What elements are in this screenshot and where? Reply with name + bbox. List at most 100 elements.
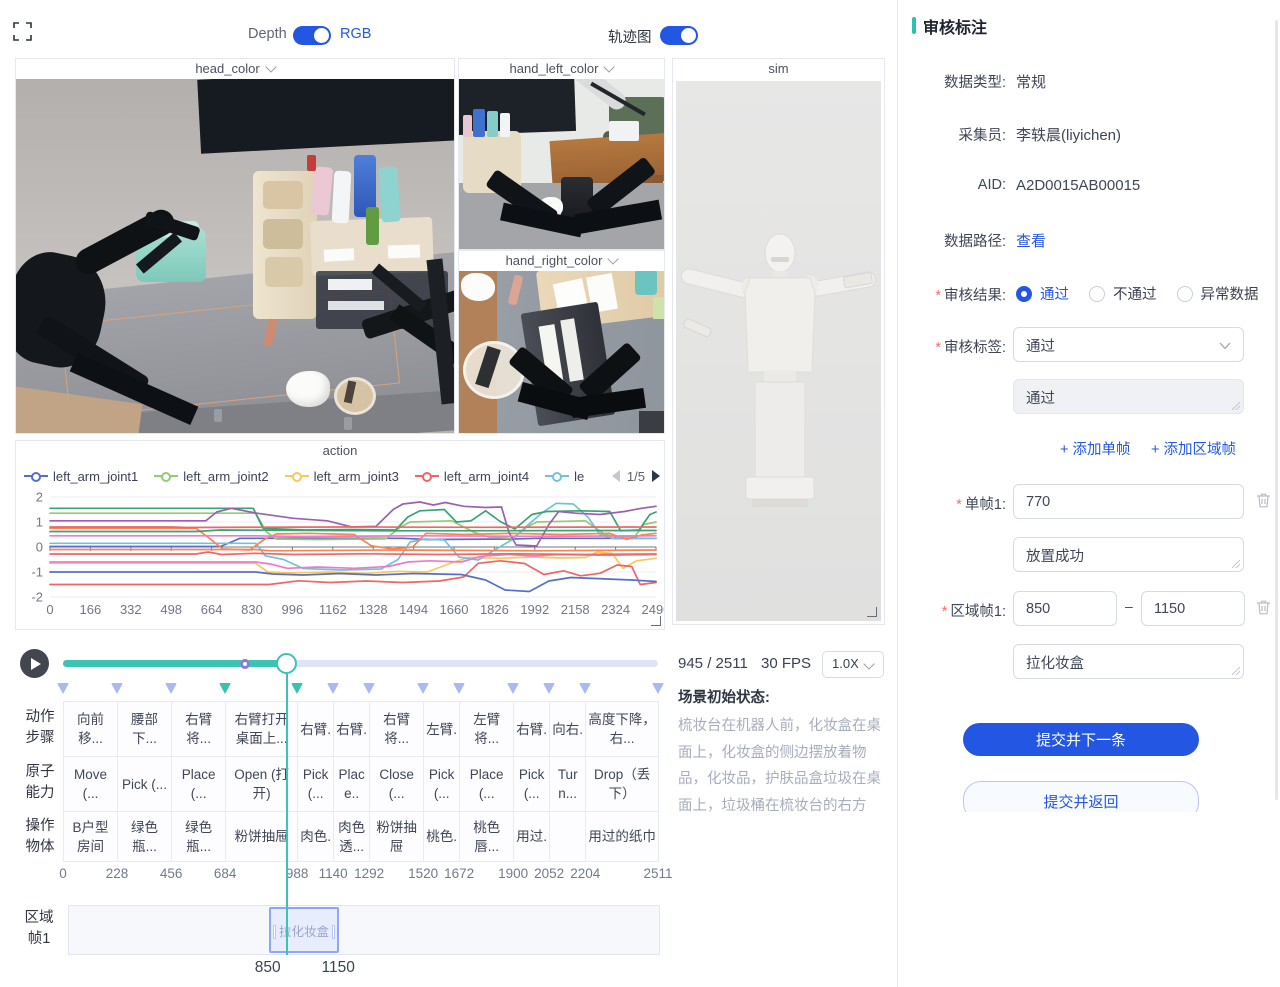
play-button[interactable]: [20, 649, 49, 678]
depth-rgb-toggle[interactable]: [293, 26, 331, 45]
head-camera-title[interactable]: head_color: [16, 59, 454, 79]
timeline-marker[interactable]: [417, 683, 429, 694]
review-tag-select[interactable]: 通过: [1013, 327, 1244, 362]
radio-fail[interactable]: [1089, 286, 1105, 302]
timeline-marker[interactable]: [219, 683, 231, 694]
sim-panel: sim: [672, 58, 885, 625]
single-frame-dot[interactable]: [240, 659, 250, 669]
region-frame-box[interactable]: 拉化妆盒: [269, 907, 339, 953]
chart-legend: left_arm_joint1 left_arm_joint2 left_arm_j…: [24, 464, 660, 488]
radio-fail-label[interactable]: 不通过: [1113, 283, 1157, 304]
review-tag-note-textarea[interactable]: 通过: [1013, 379, 1244, 414]
svg-text:-2: -2: [31, 590, 43, 605]
radio-abnormal[interactable]: [1177, 286, 1193, 302]
timeline-marker[interactable]: [543, 683, 555, 694]
playhead-handle[interactable]: [276, 653, 297, 674]
required-asterisk: *: [942, 604, 948, 620]
field-value-collector: 李轶晨(liyichen): [1016, 124, 1121, 145]
head-camera-panel: head_color: [15, 58, 455, 434]
submit-back-clip: 提交并返回: [963, 781, 1199, 812]
hand-right-camera-title[interactable]: hand_right_color: [459, 251, 664, 271]
region-handle-right[interactable]: [332, 925, 335, 939]
radio-pass-label[interactable]: 通过: [1040, 283, 1069, 304]
step-cell: Drop（丢下）: [586, 757, 659, 812]
region-end-input[interactable]: [1141, 591, 1245, 626]
single-frame-input[interactable]: [1013, 484, 1244, 519]
step-cell: Place..: [334, 757, 370, 812]
submit-next-button[interactable]: 提交并下一条: [963, 723, 1199, 756]
step-cell: Move (...: [64, 757, 118, 812]
trajectory-toggle[interactable]: [660, 26, 698, 45]
add-single-frame-link[interactable]: + 添加单帧: [1060, 438, 1131, 459]
chevron-down-icon: [604, 61, 615, 72]
required-asterisk: *: [956, 497, 962, 513]
timeline-marker[interactable]: [363, 683, 375, 694]
scene-shape: [214, 409, 222, 422]
scene-shape: [328, 301, 384, 310]
timeline-marker[interactable]: [57, 683, 69, 694]
add-region-frame-link[interactable]: + 添加区域帧: [1151, 438, 1236, 459]
legend-item[interactable]: left_arm_joint3: [285, 469, 399, 484]
radio-abnormal-label[interactable]: 异常数据: [1201, 283, 1259, 304]
review-panel: 审核标注 数据类型: 常规 采集员: 李轶晨(liyichen) AID: A2…: [897, 0, 1280, 987]
region-frame-track[interactable]: 拉化妆盒: [68, 905, 660, 955]
trash-icon[interactable]: [1256, 492, 1271, 508]
timeline-marker[interactable]: [652, 683, 664, 694]
timeline-marker[interactable]: [291, 683, 303, 694]
action-chart-plot[interactable]: 210-1-2016633249866483099611621328149416…: [16, 489, 664, 621]
submit-back-button[interactable]: 提交并返回: [963, 781, 1199, 812]
legend-item[interactable]: left_arm_joint4: [415, 469, 529, 484]
timeline-marker[interactable]: [327, 683, 339, 694]
field-label-collector: 采集员:: [900, 124, 1006, 145]
scene-shape: [463, 115, 472, 137]
play-icon: [31, 658, 41, 670]
region-start-frame: 850: [246, 959, 290, 977]
hand-left-camera-title[interactable]: hand_left_color: [459, 59, 664, 79]
speed-select[interactable]: 1.0X: [822, 651, 884, 678]
region-start-input[interactable]: [1013, 591, 1117, 626]
step-cell: Turn...: [550, 757, 586, 812]
scene-shape: [366, 207, 379, 245]
scene-shape: [307, 155, 316, 171]
step-cell: 肉色透...: [334, 812, 370, 862]
trajectory-label: 轨迹图: [608, 26, 652, 47]
sim-viewport[interactable]: [676, 81, 881, 621]
trash-icon[interactable]: [1256, 599, 1271, 615]
legend-line-icon: [285, 470, 309, 482]
fps-label: 30 FPS: [761, 655, 811, 672]
svg-text:664: 664: [201, 602, 223, 617]
radio-pass[interactable]: [1016, 286, 1032, 302]
timeline-marker[interactable]: [579, 683, 591, 694]
field-value-aid: A2D0015AB00015: [1016, 177, 1140, 194]
scene-shape: [639, 411, 664, 433]
region-frame-note-textarea[interactable]: 拉化妆盒: [1013, 644, 1244, 679]
timeline-marker[interactable]: [507, 683, 519, 694]
scrollbar-thumb[interactable]: [1275, 20, 1278, 800]
scene-shape: [508, 274, 524, 305]
data-path-view-link[interactable]: 查看: [1016, 230, 1046, 251]
legend-line-icon: [545, 470, 569, 482]
timeline-marker[interactable]: [165, 683, 177, 694]
legend-next-icon[interactable]: [652, 470, 660, 482]
legend-item[interactable]: left_arm_joint2: [154, 469, 268, 484]
single-frame-note-textarea[interactable]: 放置成功: [1013, 537, 1244, 572]
hand-right-camera-image: [459, 271, 664, 433]
chevron-down-icon: [863, 658, 874, 669]
section-accent-bar: [912, 17, 916, 34]
sim-panel-title: sim: [673, 59, 884, 79]
rgb-label: RGB: [340, 26, 371, 42]
resize-corner-icon[interactable]: [867, 607, 877, 617]
region-handle-left[interactable]: [273, 925, 276, 939]
timeline-marker[interactable]: [453, 683, 465, 694]
fullscreen-icon[interactable]: [13, 22, 32, 41]
legend-item[interactable]: left_arm_joint1: [24, 469, 138, 484]
step-cell: 桃色.: [424, 812, 460, 862]
frame-axis-label: 228: [96, 866, 138, 881]
legend-item[interactable]: le: [545, 469, 584, 484]
step-cell: Pick (...: [514, 757, 550, 812]
resize-corner-icon[interactable]: [651, 616, 661, 626]
timeline-marker[interactable]: [111, 683, 123, 694]
review-result-radio-group: 通过 不通过 异常数据: [1016, 283, 1259, 304]
legend-prev-icon[interactable]: [612, 470, 620, 482]
step-cell: 左臂.: [424, 702, 460, 757]
